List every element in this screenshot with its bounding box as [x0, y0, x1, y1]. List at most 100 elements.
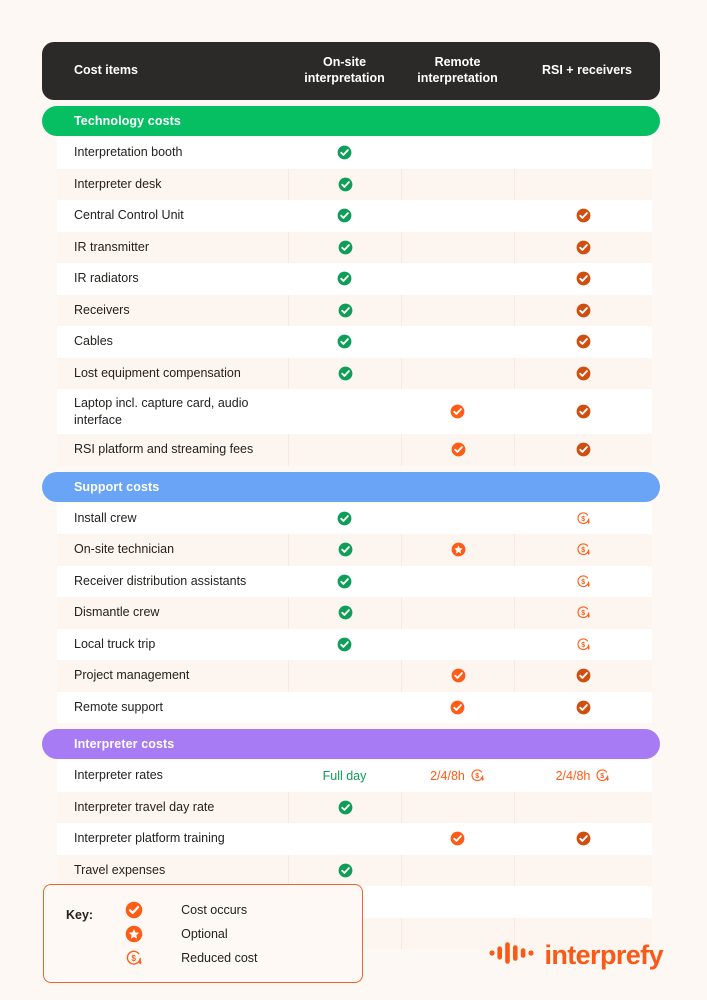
row-label: Dismantle crew [74, 605, 160, 620]
cell-rsi-receivers [514, 854, 652, 886]
svg-text:$: $ [581, 516, 585, 523]
cell-onsite-interpretation [288, 326, 401, 358]
check-circle-green-icon [338, 177, 353, 192]
check-circle-green-icon [337, 208, 352, 223]
cell-onsite-interpretation [288, 566, 401, 598]
cell-onsite-interpretation [288, 168, 401, 200]
row-label: Central Control Unit [74, 208, 184, 223]
check-circle-green-icon [338, 605, 353, 620]
cell-onsite-interpretation [288, 137, 401, 169]
cell-rsi-receivers [514, 294, 652, 326]
cell-rsi-receivers [514, 660, 652, 692]
check-circle-dark-orange-icon [576, 366, 591, 381]
logo-wordmark: interprefy [544, 940, 663, 970]
section-title: Technology costs [74, 114, 181, 128]
row-label: Receiver distribution assistants [74, 573, 247, 588]
cell-remote-interpretation [401, 326, 514, 358]
cell-remote-interpretation [401, 294, 514, 326]
cell-remote-interpretation [401, 534, 514, 566]
table-row: Dismantle crew $ [57, 597, 652, 629]
table-row: Interpreter rates Full day 2/4/8h $2/4/8h $ [57, 760, 652, 792]
section-rows: Interpretation booth Interpreter desk Cent… [42, 137, 660, 466]
cell-rsi-receivers: $ [514, 597, 652, 629]
header-remote-interpretation: Remote interpretation [417, 55, 498, 85]
cell-rsi-receivers [514, 326, 652, 358]
comparison-table-page: Cost items On-site interpretation Remote… [0, 0, 707, 1000]
table-row: Interpreter travel day rate [57, 791, 652, 823]
cell-remote-interpretation [401, 597, 514, 629]
row-label: Local truck trip [74, 636, 156, 651]
reduced-cost-icon: $ [576, 574, 591, 589]
check-circle-orange-icon [125, 901, 143, 919]
table-row: IR radiators [57, 263, 652, 295]
row-label: Interpreter travel day rate [74, 799, 215, 814]
cell-rsi-receivers [514, 357, 652, 389]
cell-remote-interpretation [401, 434, 514, 466]
table-header-row: Cost items On-site interpretation Remote… [42, 42, 660, 100]
header-rsi-receivers: RSI + receivers [542, 63, 632, 78]
table-row: RSI platform and streaming fees [57, 434, 652, 466]
cell-onsite-interpretation [288, 200, 401, 232]
cell-rsi-receivers: $ [514, 629, 652, 661]
row-label: Project management [74, 668, 190, 683]
cell-rsi-receivers: $ [514, 503, 652, 535]
row-label: Lost equipment compensation [74, 365, 241, 380]
check-circle-orange-icon [450, 831, 465, 846]
check-circle-green-icon [338, 366, 353, 381]
table-row: Cables [57, 326, 652, 358]
cell-rsi-receivers [514, 886, 652, 918]
check-circle-orange-icon [450, 404, 465, 419]
cell-onsite-interpretation: Full day [288, 760, 401, 792]
table-sections: Technology costs Interpretation booth Inte… [42, 106, 660, 949]
check-circle-dark-orange-icon [576, 240, 591, 255]
row-label: On-site technician [74, 542, 175, 557]
cell-onsite-interpretation [288, 231, 401, 263]
cell-onsite-interpretation [288, 434, 401, 466]
cell-remote-interpretation [401, 629, 514, 661]
table-row: Install crew $ [57, 502, 652, 535]
cell-rsi-receivers: 2/4/8h $ [514, 760, 652, 792]
reduced-cost-icon: $ [576, 511, 591, 526]
cell-rsi-receivers [514, 692, 652, 724]
table-row: Interpreter desk [57, 168, 652, 200]
cell-onsite-interpretation [288, 660, 401, 692]
waveform-icon [489, 941, 535, 970]
row-label: Interpretation booth [74, 145, 183, 160]
cell-onsite-interpretation [288, 294, 401, 326]
cell-rsi-receivers [514, 389, 652, 434]
reduced-cost-icon: $ [576, 637, 591, 652]
table-row: Lost equipment compensation [57, 357, 652, 389]
svg-text:$: $ [581, 579, 585, 586]
cell-remote-interpretation [401, 168, 514, 200]
reduced-cost-icon: $ [470, 768, 485, 783]
cell-remote-interpretation [401, 389, 514, 434]
table-row: Receiver distribution assistants $ [57, 565, 652, 598]
check-circle-green-icon [338, 542, 353, 557]
key-item: Cost occurs [125, 898, 362, 921]
table-row: IR transmitter [57, 231, 652, 263]
check-circle-dark-orange-icon [576, 334, 591, 349]
check-circle-dark-orange-icon [576, 831, 591, 846]
cell-rsi-receivers [514, 200, 652, 232]
section-header-support-costs: Support costs [42, 471, 660, 502]
key-item-list: Cost occurs Optional $ Reduced cost [93, 898, 362, 969]
header-cost-items: Cost items [74, 63, 138, 78]
cell-remote-interpretation [401, 137, 514, 169]
cell-rsi-receivers [514, 263, 652, 295]
row-label: Cables [74, 334, 113, 349]
check-circle-dark-orange-icon [576, 303, 591, 318]
cell-onsite-interpretation [288, 263, 401, 295]
header-onsite-interpretation: On-site interpretation [304, 55, 385, 85]
svg-text:$: $ [581, 642, 585, 649]
cell-remote-interpretation [401, 503, 514, 535]
check-circle-orange-icon [451, 442, 466, 457]
cell-remote-interpretation [401, 660, 514, 692]
cell-rsi-receivers: $ [514, 566, 652, 598]
check-circle-dark-orange-icon [576, 271, 591, 286]
cell-onsite-interpretation [288, 823, 401, 855]
cell-onsite-interpretation [288, 854, 401, 886]
check-circle-green-icon [338, 303, 353, 318]
row-label: Interpreter desk [74, 176, 162, 191]
table-row: Central Control Unit [57, 200, 652, 232]
cell-remote-interpretation [401, 886, 514, 918]
